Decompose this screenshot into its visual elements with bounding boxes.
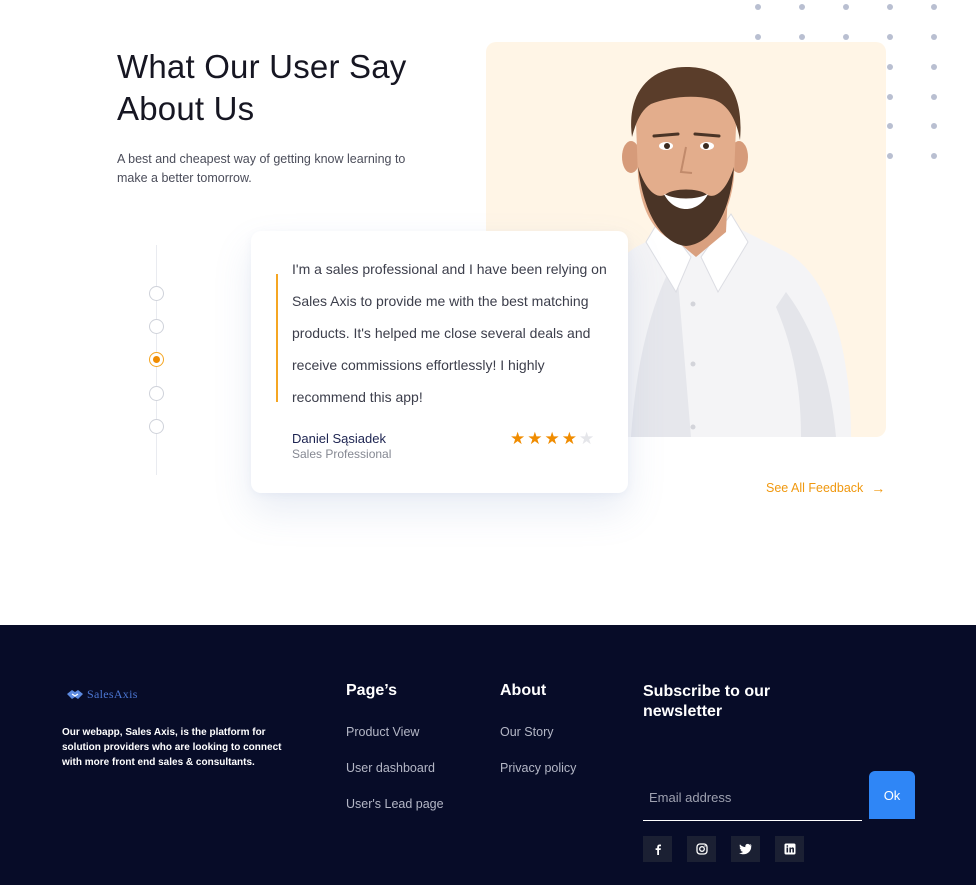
star-icon: ★ <box>561 429 577 448</box>
footer-logo[interactable]: SalesAxis <box>66 685 138 703</box>
star-icon: ★ <box>527 429 543 448</box>
rating-stars: ★ ★ ★ ★ ★ <box>510 430 594 448</box>
see-all-feedback-link[interactable]: See All Feedback → <box>766 480 885 496</box>
see-all-label: See All Feedback <box>766 481 864 495</box>
instagram-icon[interactable] <box>687 836 716 862</box>
author-name: Daniel Sąsiadek <box>292 431 386 446</box>
link-product-view[interactable]: Product View <box>346 725 419 739</box>
slider-dot-2[interactable] <box>149 319 164 334</box>
slider-dot-5[interactable] <box>149 419 164 434</box>
linkedin-icon[interactable] <box>775 836 804 862</box>
email-input[interactable] <box>643 775 862 821</box>
star-empty-icon: ★ <box>579 429 595 448</box>
twitter-icon[interactable] <box>731 836 760 862</box>
link-user-lead-page[interactable]: User's Lead page <box>346 797 444 811</box>
testimonial-card: I'm a sales professional and I have been… <box>251 231 628 493</box>
link-our-story[interactable]: Our Story <box>500 725 554 739</box>
star-icon: ★ <box>510 429 526 448</box>
pages-column-title: Page’s <box>346 682 397 699</box>
star-icon: ★ <box>544 429 560 448</box>
arrow-right-icon: → <box>871 480 886 496</box>
slider-dot-4[interactable] <box>149 386 164 401</box>
testimonial-quote: I'm a sales professional and I have been… <box>292 261 607 405</box>
link-privacy-policy[interactable]: Privacy policy <box>500 761 576 775</box>
site-footer: SalesAxis Our webapp, Sales Axis, is the… <box>0 625 976 885</box>
newsletter-title: Subscribe to our newsletter <box>643 683 771 720</box>
about-column-title: About <box>500 682 547 699</box>
logo-text: SalesAxis <box>87 686 138 701</box>
footer-about-text: Our webapp, Sales Axis, is the platform … <box>62 727 282 768</box>
link-user-dashboard[interactable]: User dashboard <box>346 761 435 775</box>
slider-dot-1[interactable] <box>149 286 164 301</box>
author-role: Sales Professional <box>292 447 392 461</box>
quote-accent-bar <box>276 274 278 402</box>
section-heading: What Our User Say About Us <box>117 48 407 127</box>
slider-dot-3-active[interactable] <box>149 352 164 367</box>
facebook-icon[interactable] <box>643 836 672 862</box>
handshake-logo-icon <box>67 690 83 699</box>
subscribe-ok-button[interactable]: Ok <box>869 771 915 819</box>
section-subtext: A best and cheapest way of getting know … <box>117 152 406 185</box>
